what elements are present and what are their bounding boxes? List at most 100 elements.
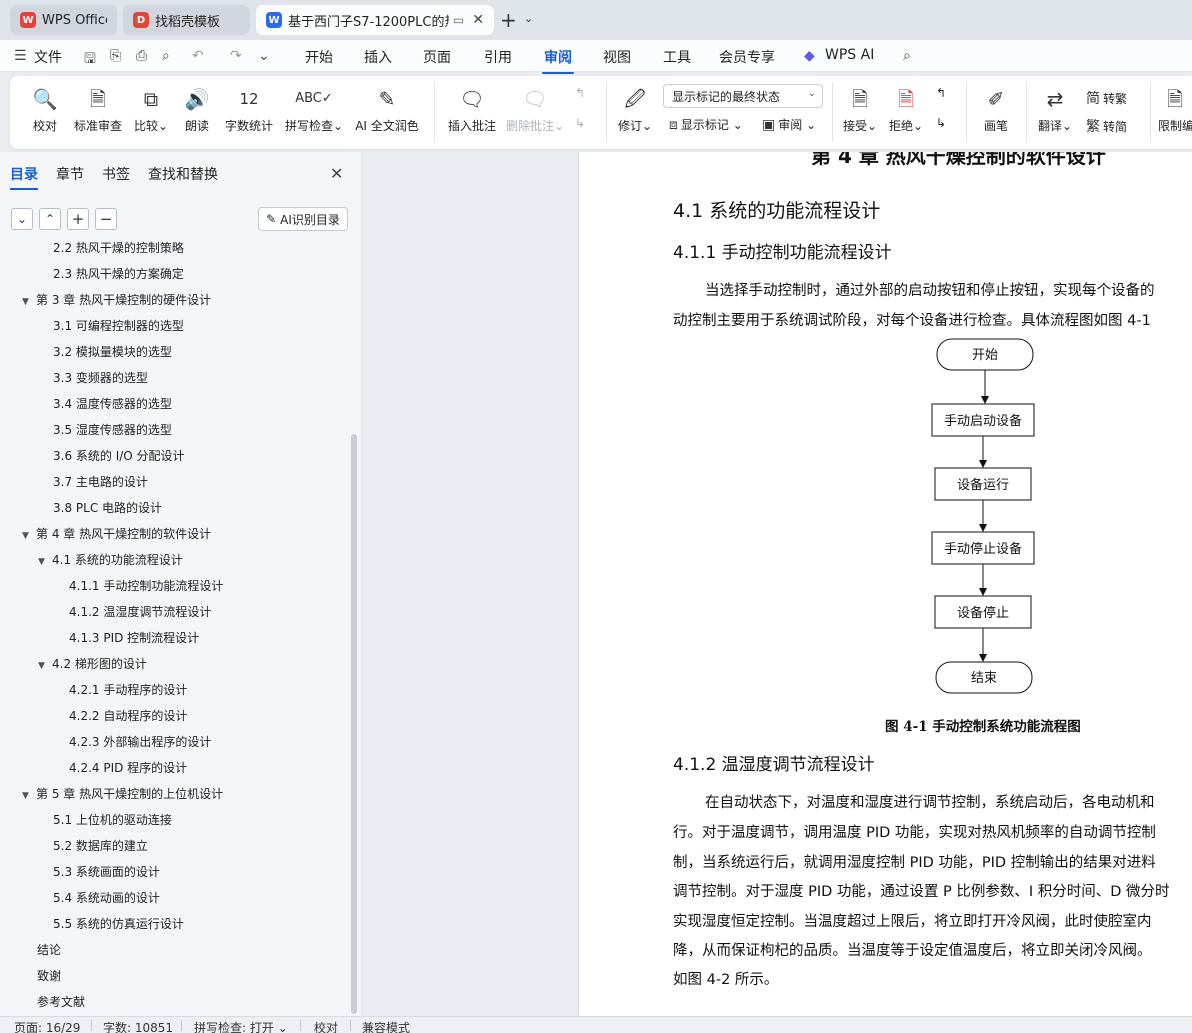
word-count-indicator[interactable]: 字数: 10851 (103, 1019, 173, 1033)
toc-item[interactable]: 5.5 系统的仿真运行设计 (53, 911, 184, 937)
toc-item[interactable]: 4.1.2 温湿度调节流程设计 (69, 599, 211, 625)
toc-item[interactable]: 4.2.2 自动程序的设计 (69, 703, 187, 729)
toc-item[interactable]: ▼ 第 3 章 热风干燥控制的硬件设计 (22, 287, 211, 313)
toc-item[interactable]: ▼ 4.2 梯形图的设计 (38, 651, 147, 677)
toc-item[interactable]: 3.3 变频器的选型 (53, 365, 148, 391)
revise-button[interactable]: 🖉 修订⌄ (616, 84, 654, 134)
collapse-down-icon[interactable]: ⌄ (11, 208, 33, 230)
expand-arrow-icon[interactable]: ▼ (38, 549, 52, 575)
hamburger-menu-icon[interactable]: ☰ (14, 48, 27, 64)
toc-item[interactable]: 参考文献 (37, 989, 85, 1014)
chevron-down-icon[interactable]: ⌄ (524, 12, 533, 25)
remove-heading-icon[interactable]: − (95, 208, 117, 230)
tab-toc[interactable]: 目录 (10, 164, 38, 190)
review-pane-button[interactable]: ▣ 审阅 ⌄ (762, 116, 816, 133)
translate-button[interactable]: ⇄ 翻译⌄ (1036, 84, 1074, 134)
close-icon[interactable]: ✕ (330, 164, 343, 183)
toc-item[interactable]: 3.5 湿度传感器的选型 (53, 417, 172, 443)
add-heading-icon[interactable]: + (67, 208, 89, 230)
toc-item[interactable]: 2.2 热风干燥的控制策略 (53, 238, 184, 261)
toc-item[interactable]: 4.1.1 手动控制功能流程设计 (69, 573, 223, 599)
prev-comment-icon[interactable]: ↰ (575, 86, 585, 100)
tab-chapters[interactable]: 章节 (56, 164, 84, 184)
accept-button[interactable]: 🗎 接受⌄ (842, 84, 878, 134)
tab-wps-office[interactable]: W WPS Office (10, 5, 117, 35)
compare-button[interactable]: ⧉ 比较⌄ (132, 84, 170, 134)
toc-item[interactable]: 4.2.4 PID 程序的设计 (69, 755, 187, 781)
save-icon[interactable]: 🖫 (84, 48, 96, 72)
draw-button[interactable]: ✐ 画笔 (980, 84, 1012, 134)
expand-arrow-icon[interactable]: ▼ (38, 653, 52, 679)
scrollbar-thumb[interactable] (351, 434, 357, 1014)
tab-find-replace[interactable]: 查找和替换 (148, 164, 218, 184)
insert-comment-button[interactable]: 🗨 插入批注 (446, 84, 498, 134)
menu-page[interactable]: 页面 (423, 47, 451, 67)
markup-display-select[interactable]: 显示标记的最终状态 ⌄ (663, 84, 823, 108)
close-tab-icon[interactable]: ✕ (472, 12, 484, 28)
output-icon[interactable]: ⎘ (110, 48, 121, 64)
menu-tools[interactable]: 工具 (663, 47, 691, 67)
toc-item[interactable]: ▼ 4.1 系统的功能流程设计 (38, 547, 183, 573)
to-traditional-button[interactable]: 简转繁 (1086, 88, 1127, 108)
menu-insert[interactable]: 插入 (364, 47, 392, 67)
tab-bookmarks[interactable]: 书签 (102, 164, 130, 184)
standard-review-button[interactable]: 🗎 标准审查 (72, 84, 124, 134)
menu-review[interactable]: 审阅 (542, 47, 574, 74)
menu-view[interactable]: 视图 (603, 47, 631, 67)
toc-item[interactable]: 5.1 上位机的驱动连接 (53, 807, 172, 833)
toc-item[interactable]: 4.2.3 外部输出程序的设计 (69, 729, 211, 755)
toc-item[interactable]: 3.2 模拟量模块的选型 (53, 339, 172, 365)
toc-item[interactable]: 致谢 (37, 963, 61, 989)
proofread-button[interactable]: 🔍 校对 (30, 84, 60, 134)
toc-item[interactable]: 4.2.1 手动程序的设计 (69, 677, 187, 703)
spell-check-status[interactable]: 拼写检查: 打开 ⌄ (194, 1019, 288, 1033)
toc-item[interactable]: 3.6 系统的 I/O 分配设计 (53, 443, 185, 469)
menu-reference[interactable]: 引用 (484, 47, 512, 67)
read-aloud-button[interactable]: 🔊 朗读 (182, 84, 212, 134)
undo-icon[interactable]: ↶ (192, 48, 204, 64)
toc-item[interactable]: 4.1.3 PID 控制流程设计 (69, 625, 199, 651)
toc-item[interactable]: 3.4 温度传感器的选型 (53, 391, 172, 417)
menu-file[interactable]: 文件 (34, 47, 62, 67)
print-icon[interactable]: ⎙ (136, 48, 147, 64)
reject-button[interactable]: 🗎 拒绝⌄ (888, 84, 924, 134)
new-tab-icon[interactable]: + (500, 9, 517, 31)
toc-item[interactable]: ▼ 第 4 章 热风干燥控制的软件设计 (22, 521, 211, 547)
expand-arrow-icon[interactable]: ▼ (22, 783, 36, 809)
toc-item[interactable]: 5.2 数据库的建立 (53, 833, 148, 859)
toc-item[interactable]: 5.4 系统动画的设计 (53, 885, 160, 911)
next-revision-icon[interactable]: ↳ (936, 116, 946, 130)
menu-member[interactable]: 会员专享 (719, 47, 775, 67)
next-comment-icon[interactable]: ↳ (575, 116, 585, 130)
toc-item[interactable]: 5.3 系统画面的设计 (53, 859, 160, 885)
toc-item[interactable]: 3.1 可编程控制器的选型 (53, 313, 184, 339)
redo-icon[interactable]: ↷ (230, 48, 242, 64)
toc-item[interactable]: ▼ 第 5 章 热风干燥控制的上位机设计 (22, 781, 223, 807)
toc-item[interactable]: 2.3 热风干燥的方案确定 (53, 261, 184, 287)
spell-check-button[interactable]: ABC✓ 拼写检查⌄ (284, 84, 344, 134)
show-markup-button[interactable]: ⧈ 显示标记 ⌄ (669, 116, 743, 133)
ai-polish-button[interactable]: ✎ AI 全文润色 (354, 84, 420, 134)
expand-arrow-icon[interactable]: ▼ (22, 289, 36, 315)
search-icon[interactable]: ⌕ (903, 48, 911, 64)
page-indicator[interactable]: 页面: 16/29 (14, 1019, 80, 1033)
document-page[interactable]: 第 4 章 热风干燥控制的软件设计 4.1 系统的功能流程设计 4.1.1 手动… (578, 152, 1192, 1016)
toc-item[interactable]: 3.8 PLC 电路的设计 (53, 495, 162, 521)
toc-item[interactable]: 结论 (37, 937, 61, 963)
menu-wps-ai[interactable]: WPS AI (825, 47, 874, 63)
print-preview-icon[interactable]: ⌕ (162, 48, 170, 64)
to-simplified-button[interactable]: 繁转简 (1086, 116, 1127, 136)
toc-item[interactable]: 3.7 主电路的设计 (53, 469, 148, 495)
chevron-down-icon[interactable]: ⌄ (258, 48, 270, 64)
delete-comment-button[interactable]: 🗨 删除批注⌄ (506, 84, 564, 134)
tab-docer-templates[interactable]: D 找稻壳模板 (123, 5, 250, 35)
menu-start[interactable]: 开始 (305, 47, 333, 67)
tab-document[interactable]: W 基于西门子S7-1200PLC的热风 ▭ ✕ (256, 5, 494, 35)
proofread-status[interactable]: 校对 (314, 1019, 338, 1033)
ai-recognize-toc-button[interactable]: ✎ AI识别目录 (258, 207, 348, 231)
prev-revision-icon[interactable]: ↰ (936, 86, 946, 100)
expand-up-icon[interactable]: ⌃ (39, 208, 61, 230)
expand-arrow-icon[interactable]: ▼ (22, 523, 36, 549)
word-count-button[interactable]: 12 字数统计 (224, 84, 274, 134)
monitor-icon[interactable]: ▭ (453, 13, 464, 27)
